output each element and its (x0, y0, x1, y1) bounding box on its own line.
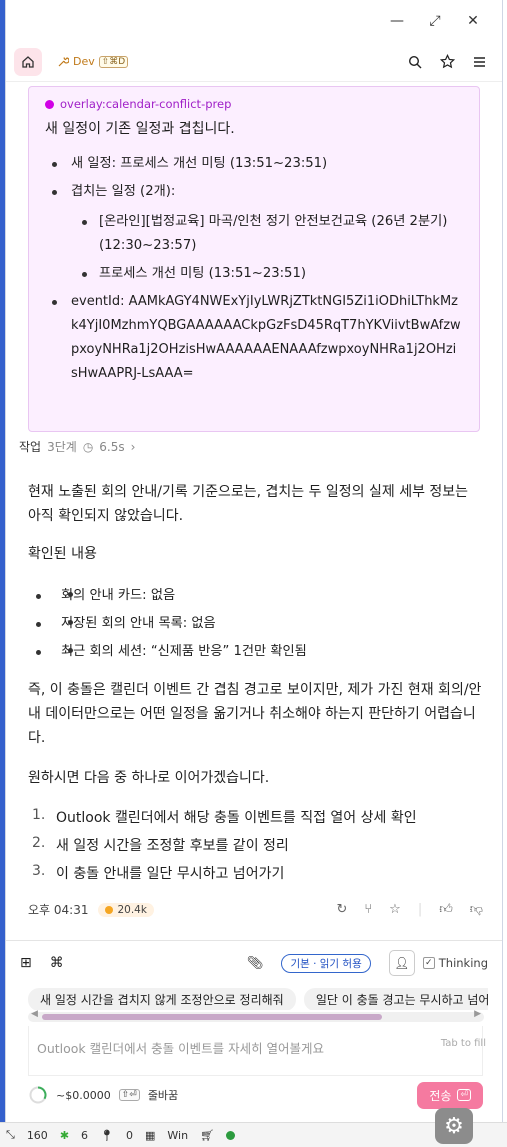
confirmed-title: 확인된 내용 (28, 546, 97, 562)
message-paragraph: 현재 노출된 회의 안내/기록 기준으로는, 겹치는 두 일정의 실제 세부 정… (28, 484, 469, 524)
send-icon: ⏎ (457, 1089, 471, 1101)
thumbs-down-icon[interactable]: 👎︎ (470, 902, 483, 917)
suggestion-chip[interactable]: 일단 이 충돌 경고는 무시하고 넘어가 (303, 988, 488, 1010)
user-icon[interactable]: 👤︎ (388, 950, 415, 976)
online-dot-icon (226, 1130, 236, 1140)
overlap-item: 프로세스 개선 미팅 (13:51~23:51) (45, 262, 463, 286)
status-dot-icon (45, 99, 54, 109)
retry-icon[interactable]: ↻ (336, 902, 347, 917)
close-button[interactable]: ✕ (454, 6, 492, 36)
search-icon[interactable] (408, 55, 422, 69)
home-button[interactable] (14, 47, 42, 76)
app-window: — ⤢ ✕ Dev ⇧⌘D overlay:calendar-conflict-… (5, 0, 503, 1122)
puzzle-icon: ✱ (59, 1128, 70, 1142)
home-icon (22, 55, 34, 68)
overlay-title: 새 일정이 기존 일정과 겹칩니다. (45, 121, 235, 137)
option-item: 1. Outlook 캘린더에서 해당 충돌 이벤트를 직접 열어 상세 확인 (32, 807, 417, 826)
token-badge: 20.4k (98, 902, 154, 917)
status-count: 6 (81, 1128, 89, 1142)
tab-hint: Tab to fill (440, 1038, 486, 1049)
message-time: 오후 04:31 (28, 903, 89, 917)
wrench-icon (58, 57, 69, 67)
cost-label: ~$0.0000 (56, 1088, 111, 1102)
paperclip-icon[interactable]: 📎︎ (247, 956, 264, 971)
wrap-shortcut: ⇧⏎ (118, 1089, 140, 1101)
steps-time: 6.5s (99, 439, 125, 454)
title-bar: — ⤢ ✕ (6, 0, 502, 42)
minimize-icon: — (390, 13, 404, 29)
suggestion-scrollbar[interactable]: ◀ ▶ (28, 1009, 484, 1022)
status-count: 0 (126, 1128, 133, 1142)
menu-icon[interactable] (473, 56, 486, 68)
close-icon: ✕ (467, 13, 479, 29)
star-icon[interactable] (440, 54, 455, 69)
event-id: eventId: AAMkAGY4NWExYjIyLWRjZTktNGI5Zi1… (45, 290, 463, 386)
message-input[interactable]: Outlook 캘린더에서 충돌 이벤트를 자세히 열어볼게요 (28, 1026, 483, 1076)
coin-icon (105, 905, 114, 914)
grid-icon[interactable]: ⊞ (20, 955, 32, 971)
dev-label: Dev (73, 55, 95, 68)
branch-icon[interactable]: ⑂ (364, 902, 372, 917)
window-icon: ▦ (145, 1128, 156, 1142)
mode-pill[interactable]: 기본 · 읽기 허용 (281, 953, 371, 973)
option-item: 3. 이 충돌 안내를 일단 무시하고 넘어가기 (32, 863, 285, 882)
overlay-tag: overlay:calendar-conflict-prep (45, 97, 463, 111)
dev-toggle[interactable]: Dev ⇧⌘D (58, 55, 129, 68)
new-event-item: 새 일정: 프로세스 개선 미팅 (13:51~23:51) (45, 152, 463, 176)
steps-summary[interactable]: 작업 3단계 ◷ 6.5s › (19, 438, 135, 455)
confirmed-item: 저장된 회의 안내 목록: 없음 (36, 610, 483, 638)
send-button[interactable]: 전송 ⏎ (417, 1081, 483, 1109)
composer: ⊞ ⌘ 📎︎ 기본 · 읽기 허용 👤︎ ✓ Thinking 새 일정 시간을 … (6, 940, 502, 1115)
minimize-button[interactable]: — (378, 6, 416, 36)
command-icon[interactable]: ⌘ (50, 955, 64, 971)
app-header: Dev ⇧⌘D (6, 42, 502, 82)
message-paragraph: 즉, 이 충돌은 캘린더 이벤트 간 겹침 경고로 보이지만, 제가 가진 현재… (28, 682, 482, 746)
dev-shortcut: ⇧⌘D (98, 55, 129, 68)
steps-label: 작업 (19, 440, 42, 454)
overlay-tag-label: overlay:calendar-conflict-prep (60, 97, 232, 111)
overlay-card: overlay:calendar-conflict-prep 새 일정이 기존 … (28, 86, 480, 432)
pin-icon: 📍︎ (100, 1128, 114, 1142)
platform-label: Win (167, 1128, 189, 1142)
expand-icon: ⤢ (429, 13, 441, 29)
checkbox-icon: ✓ (422, 957, 435, 969)
overlap-item: [온라인][법정교육] 마곡/인천 정기 안전보건교육 (26년 2분기) (1… (45, 210, 463, 258)
status-bar: ⤡ 160 ✱ 6 📍︎ 0 ▦ Win 🛒︎ (0, 1122, 507, 1147)
confirmed-item: 최근 회의 세션: “신제품 반응” 1건만 확인됨 (36, 638, 483, 666)
expand-button[interactable]: ⤢ (416, 6, 454, 36)
cart-icon: 🛒︎ (200, 1128, 215, 1142)
overlap-label: 겹치는 일정 (2개): (45, 180, 463, 204)
chat-scroll-area[interactable]: overlay:calendar-conflict-prep 새 일정이 기존 … (6, 83, 502, 940)
message-paragraph: 원하시면 다음 중 하나로 이어가겠습니다. (28, 770, 270, 786)
option-item: 2. 새 일정 시간을 조정할 후보를 같이 정리 (32, 835, 289, 854)
link-icon: ⤡ (6, 1128, 15, 1141)
thinking-toggle[interactable]: ✓ Thinking (422, 956, 488, 970)
spinner-icon (29, 1086, 47, 1104)
suggestion-row: 새 일정 시간을 겹치지 않게 조정안으로 정리해줘 일단 이 충돌 경고는 무… (28, 988, 488, 1010)
bookmark-star-icon[interactable]: ☆ (389, 902, 401, 917)
message-meta: 오후 04:31 20.4k ↻ ⑂ ☆ | 👍︎ 👎︎ (28, 901, 483, 918)
thumbs-up-icon[interactable]: 👍︎ (439, 902, 453, 917)
divider: | (417, 902, 423, 917)
chevron-right-icon: › (130, 439, 136, 454)
confirmed-list: 회의 안내 카드: 없음 저장된 회의 안내 목록: 없음 최근 회의 세션: … (28, 582, 483, 666)
status-count: 160 (26, 1128, 48, 1142)
settings-gear-icon[interactable]: ⚙ (435, 1108, 473, 1144)
suggestion-chip[interactable]: 새 일정 시간을 겹치지 않게 조정안으로 정리해줘 (28, 988, 296, 1010)
wrap-label: 줄바꿈 (147, 1089, 179, 1102)
clock-icon: ◷ (82, 439, 94, 454)
confirmed-item: 회의 안내 카드: 없음 (36, 582, 483, 610)
steps-count: 3단계 (47, 440, 77, 454)
